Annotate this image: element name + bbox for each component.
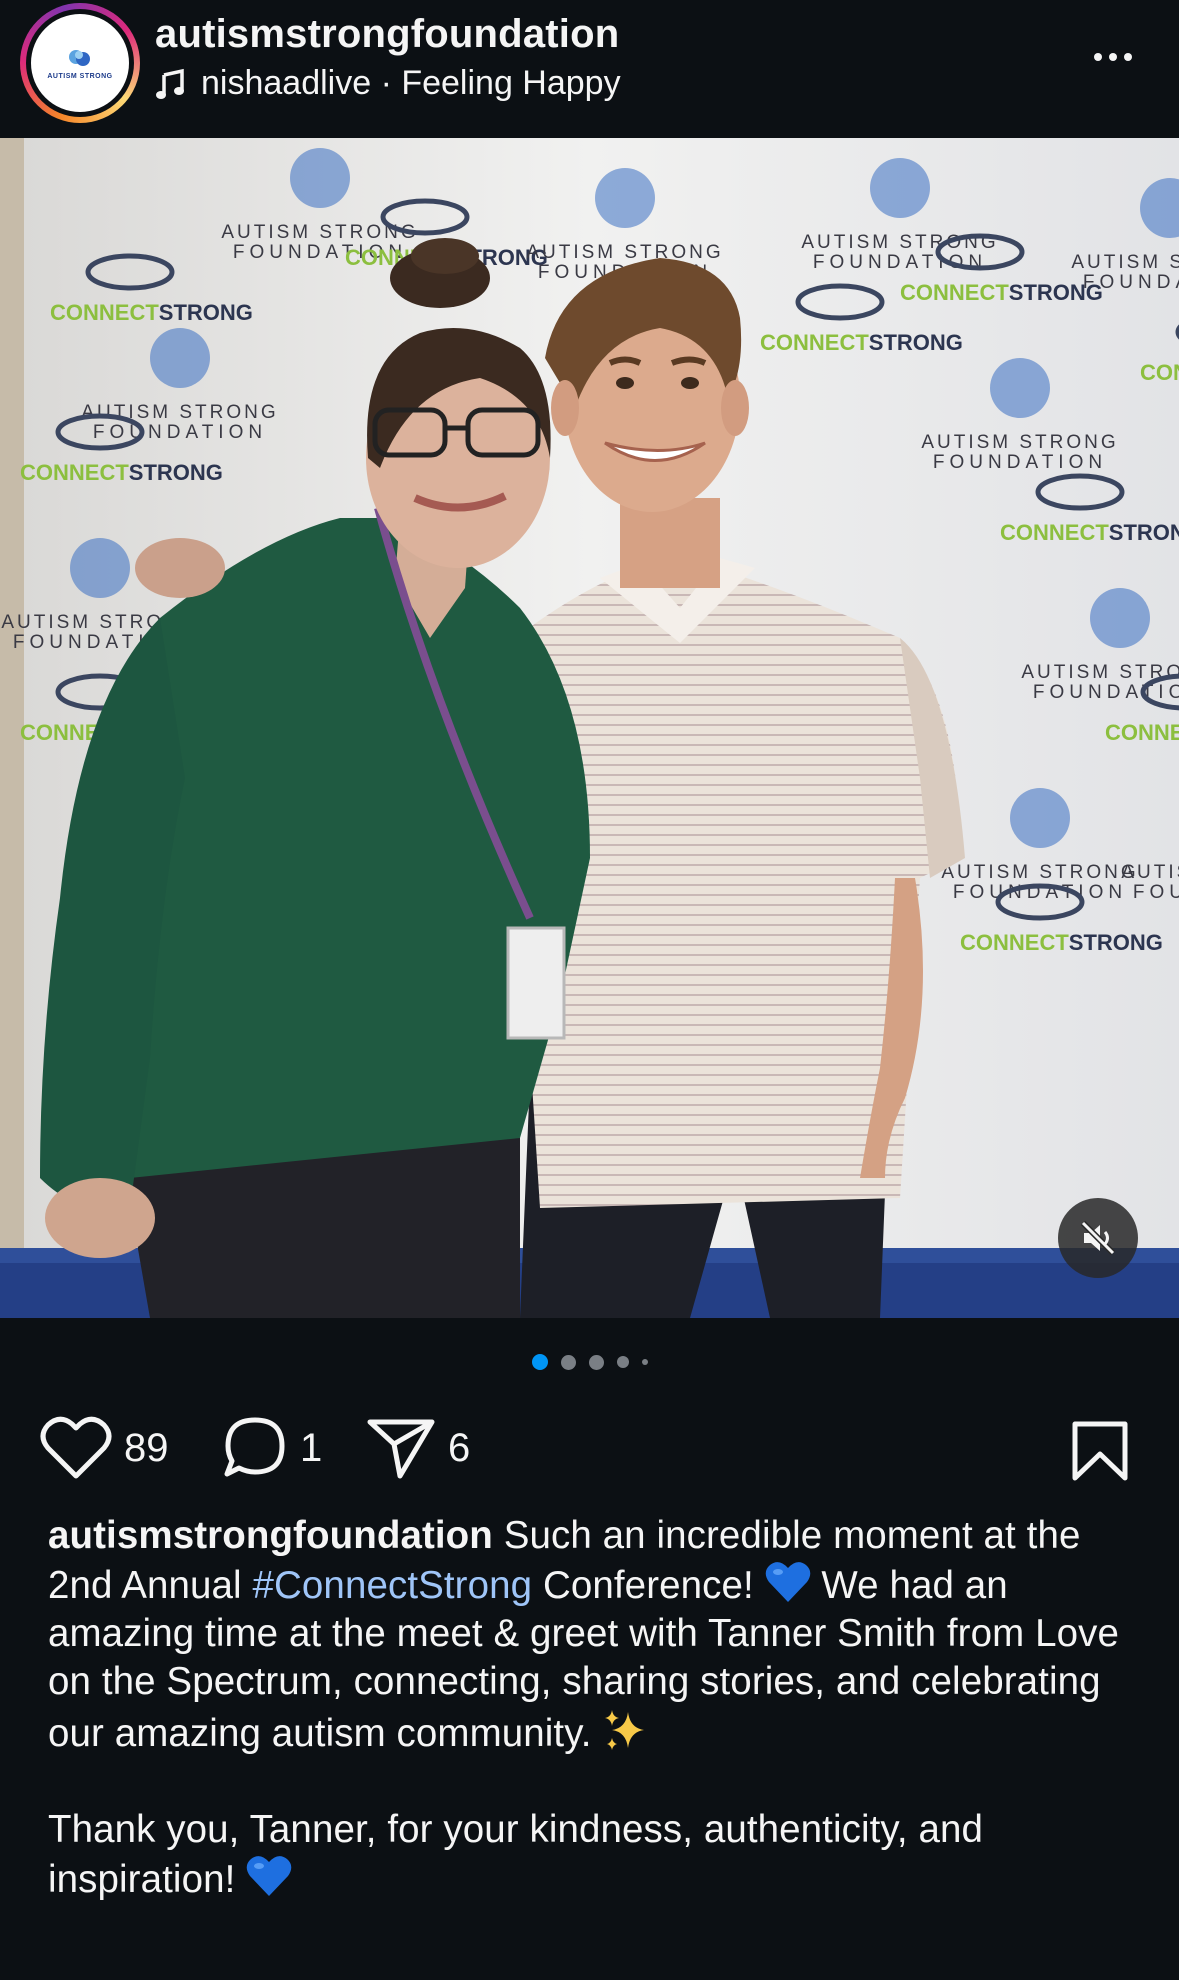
svg-text:CONNECTSTRONG: CONNECTSTRONG: [900, 280, 1103, 305]
post-caption: autismstrongfoundation Such an incredibl…: [48, 1512, 1148, 1904]
more-dot-icon: [1109, 53, 1117, 61]
comment-count[interactable]: 1: [300, 1426, 322, 1471]
svg-text:AUTISM STRONG: AUTISM STRONG: [921, 432, 1118, 453]
speaker-muted-icon: [1080, 1220, 1116, 1256]
music-note-icon: [156, 68, 184, 99]
carousel-indicator: [0, 1352, 1179, 1372]
like-count[interactable]: 89: [124, 1426, 169, 1471]
mute-toggle-button[interactable]: [1058, 1198, 1138, 1278]
post-header: AUTISM STRONG autismstrongfoundation nis…: [0, 0, 1179, 138]
share-count[interactable]: 6: [448, 1426, 470, 1471]
svg-text:CONNECTSTRONG: CONNECTSTRONG: [760, 330, 963, 355]
photo-scene: CONNECTSTRONGAUTISM STRONGFOUNDATIONAUTI…: [0, 138, 1179, 1318]
svg-text:FOUNDATION: FOUNDATION: [1033, 682, 1179, 703]
svg-text:CONNECTSTRONG: CONNECTSTRONG: [20, 460, 223, 485]
profile-avatar[interactable]: AUTISM STRONG: [20, 3, 140, 123]
share-action[interactable]: 6: [366, 1408, 470, 1488]
post-actions: 89 1 6: [0, 1408, 1179, 1488]
bookmark-icon[interactable]: [1070, 1420, 1130, 1482]
more-dot-icon: [1124, 53, 1132, 61]
comment-bubble-icon[interactable]: [222, 1415, 288, 1481]
carousel-dot-active: [531, 1354, 548, 1370]
svg-text:AUTISM STRONG: AUTISM STRONG: [81, 402, 278, 423]
carousel-dot: [641, 1359, 648, 1365]
autism-strong-logo-icon: [69, 49, 90, 66]
audio-name[interactable]: nishaadlive: [201, 64, 371, 103]
caption-text: Conference!: [532, 1564, 765, 1607]
svg-text:FOUNDATION: FOUNDATION: [1133, 882, 1179, 903]
svg-text:FOUNDATION: FOUNDATION: [93, 422, 267, 443]
carousel-dot: [560, 1354, 576, 1370]
svg-text:CONNECTSTRONG: CONNECTSTRONG: [1000, 520, 1179, 545]
svg-text:CONNECTSTRONG: CONNECTSTRONG: [50, 300, 253, 325]
carousel-dot: [588, 1354, 604, 1370]
feeling-status: Feeling Happy: [401, 64, 621, 102]
svg-text:AUTISM STRONG: AUTISM STRONG: [941, 862, 1138, 883]
save-bookmark-button[interactable]: [1070, 1420, 1130, 1487]
svg-text:CONNECTSTRONG: CONNECTSTRONG: [1105, 720, 1179, 745]
post-username[interactable]: autismstrongfoundation: [155, 12, 619, 57]
status-separator: ·: [371, 64, 402, 102]
like-action[interactable]: 89: [40, 1408, 169, 1488]
blue-heart-icon: [246, 1856, 292, 1896]
svg-text:AUTISM STRONG: AUTISM STRONG: [1121, 862, 1179, 883]
comment-action[interactable]: 1: [222, 1408, 322, 1488]
caption-username[interactable]: autismstrongfoundation: [48, 1514, 493, 1557]
blue-heart-icon: [765, 1562, 810, 1602]
svg-text:FOUNDATION: FOUNDATION: [1083, 272, 1179, 293]
heart-icon[interactable]: [40, 1416, 112, 1480]
caption-text: Thank you, Tanner, for your kindness, au…: [48, 1808, 984, 1901]
hashtag-link[interactable]: #ConnectStrong: [253, 1564, 533, 1607]
svg-text:AUTISM STRONG: AUTISM STRONG: [1071, 252, 1179, 273]
sparkles-icon: [605, 1710, 645, 1750]
svg-text:AUTISM STRONG: AUTISM STRONG: [526, 242, 723, 263]
send-paper-plane-icon[interactable]: [366, 1416, 436, 1480]
caption-paragraph: autismstrongfoundation Such an incredibl…: [48, 1512, 1148, 1758]
carousel-dot: [616, 1356, 629, 1368]
audio-status-line[interactable]: nishaadlive · Feeling Happy: [155, 64, 621, 103]
svg-text:FOUNDATION: FOUNDATION: [933, 452, 1107, 473]
caption-paragraph: Thank you, Tanner, for your kindness, au…: [48, 1806, 1148, 1904]
post-photo[interactable]: CONNECTSTRONG AUTISM STRONG FOUNDATION AUTI…: [0, 138, 1179, 1318]
avatar-logo-text: AUTISM STRONG: [47, 72, 113, 80]
more-options-button[interactable]: [1083, 42, 1143, 72]
svg-text:FOUNDATION: FOUNDATION: [813, 252, 987, 273]
svg-text:CONNECTSTRONG: CONNECTSTRONG: [960, 930, 1163, 955]
more-dot-icon: [1094, 53, 1102, 61]
svg-text:CONNECTSTRONG: CONNECTSTRONG: [1140, 360, 1179, 385]
